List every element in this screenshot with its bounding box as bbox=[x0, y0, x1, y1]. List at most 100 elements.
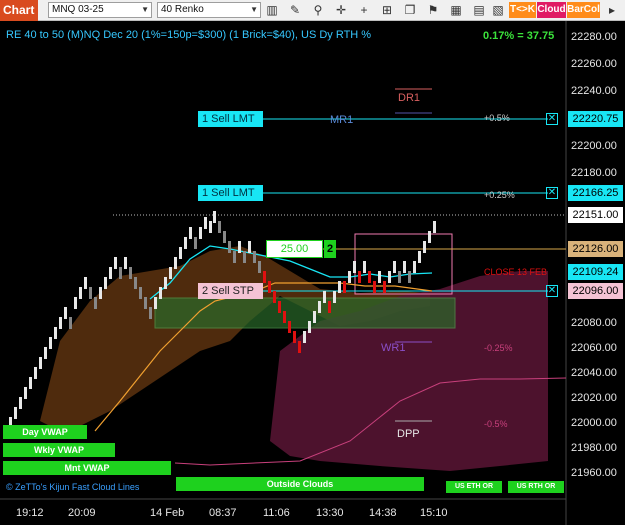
us-eth-or-box: US ETH OR bbox=[446, 481, 502, 493]
renko-brick bbox=[378, 271, 381, 283]
renko-brick bbox=[303, 331, 306, 343]
weekly-vwap-box: Wkly VWAP bbox=[3, 443, 115, 457]
price-tag-sell-lmt-1: 22220.75 bbox=[568, 111, 623, 127]
sell-stop-order[interactable]: 2 Sell STP bbox=[198, 283, 263, 299]
y-tick: 22180.00 bbox=[571, 167, 617, 179]
template-icon[interactable]: ⊞ bbox=[379, 2, 395, 18]
renko-brick bbox=[403, 261, 406, 273]
renko-brick bbox=[184, 237, 187, 249]
renko-brick bbox=[194, 237, 197, 249]
y-tick: 22240.00 bbox=[571, 85, 617, 97]
renko-brick bbox=[19, 397, 22, 409]
x-tick: 14:38 bbox=[369, 507, 397, 519]
renko-brick bbox=[278, 301, 281, 313]
renko-brick bbox=[114, 257, 117, 269]
renko-brick bbox=[398, 271, 401, 283]
renko-brick bbox=[154, 297, 157, 309]
trade-icon[interactable]: ⚑ bbox=[425, 2, 441, 18]
renko-brick bbox=[159, 287, 162, 299]
renko-brick bbox=[383, 281, 386, 293]
renko-brick bbox=[368, 271, 371, 283]
tk-button[interactable]: T<>K bbox=[509, 2, 536, 18]
renko-brick bbox=[74, 297, 77, 309]
price-tag-kijun: 22109.24 bbox=[568, 264, 623, 280]
renko-brick bbox=[59, 317, 62, 329]
renko-brick bbox=[164, 277, 167, 289]
chart-header: RE 40 to 50 (M)NQ Dec 20 (1%=150p=$300) … bbox=[6, 29, 372, 41]
renko-brick bbox=[328, 301, 331, 313]
renko-brick bbox=[119, 267, 122, 279]
renko-brick bbox=[338, 281, 341, 293]
cloud-button[interactable]: Cloud bbox=[537, 2, 566, 18]
renko-brick bbox=[169, 267, 172, 279]
order-qty-value[interactable]: 25.00 bbox=[266, 240, 323, 258]
x-tick: 13:30 bbox=[316, 507, 344, 519]
pencil-icon[interactable]: ✎ bbox=[287, 2, 303, 18]
renko-brick bbox=[243, 251, 246, 263]
renko-brick bbox=[64, 307, 67, 319]
renko-brick bbox=[144, 297, 147, 309]
strategy-icon[interactable]: ▧ bbox=[490, 2, 506, 18]
renko-brick bbox=[204, 217, 207, 229]
renko-brick bbox=[248, 241, 251, 253]
properties-icon[interactable]: ▦ bbox=[448, 2, 464, 18]
sell-limit-order-2[interactable]: 1 Sell LMT bbox=[198, 185, 263, 201]
zoom-icon[interactable]: ⚲ bbox=[310, 2, 326, 18]
renko-brick bbox=[129, 267, 132, 279]
price-tag-position: 22126.00 bbox=[568, 241, 623, 257]
bar-chart-icon[interactable]: ▥ bbox=[264, 2, 280, 18]
barcol-button[interactable]: BarCol bbox=[567, 2, 600, 18]
cancel-stop-order-icon[interactable]: ✕ bbox=[546, 285, 558, 297]
x-tick: 19:12 bbox=[16, 507, 44, 519]
x-tick: 15:10 bbox=[420, 507, 448, 519]
dpp-label: DPP bbox=[397, 428, 420, 440]
renko-brick bbox=[228, 241, 231, 253]
renko-brick bbox=[308, 321, 311, 333]
instrument-selector[interactable]: MNQ 03-25 ▼ bbox=[48, 2, 152, 18]
chevron-down-icon: ▼ bbox=[250, 5, 258, 14]
renko-brick bbox=[358, 271, 361, 283]
renko-brick bbox=[213, 211, 216, 223]
renko-brick bbox=[423, 241, 426, 253]
renko-brick bbox=[49, 337, 52, 349]
renko-brick bbox=[413, 261, 416, 273]
y-tick: 22280.00 bbox=[571, 31, 617, 43]
renko-brick bbox=[109, 267, 112, 279]
renko-brick bbox=[273, 291, 276, 303]
renko-brick bbox=[174, 257, 177, 269]
renko-brick bbox=[218, 221, 221, 233]
cancel-order-2-icon[interactable]: ✕ bbox=[546, 187, 558, 199]
green-zone bbox=[154, 297, 456, 329]
renko-brick bbox=[258, 261, 261, 273]
renko-brick bbox=[233, 251, 236, 263]
x-tick: 11:06 bbox=[263, 507, 290, 519]
renko-brick bbox=[209, 221, 212, 233]
order-qty-count[interactable]: 2 bbox=[324, 240, 336, 258]
pct-change: 0.17% = 37.75 bbox=[483, 30, 555, 42]
renko-brick bbox=[44, 347, 47, 359]
mr1-label: MR1 bbox=[330, 114, 354, 126]
indicator-legend: © ZeTTo's Kijun Fast Cloud Lines bbox=[6, 482, 140, 492]
copy-icon[interactable]: ❐ bbox=[402, 2, 418, 18]
renko-chart[interactable]: RE 40 to 50 (M)NQ Dec 20 (1%=150p=$300) … bbox=[0, 21, 625, 525]
renko-brick bbox=[343, 281, 346, 293]
minus-05-label: -0.5% bbox=[484, 419, 508, 429]
cancel-order-1-icon[interactable]: ✕ bbox=[546, 113, 558, 125]
y-tick: 22260.00 bbox=[571, 58, 617, 70]
add-icon[interactable]: + bbox=[356, 2, 372, 18]
us-rth-or-box: US RTH OR bbox=[508, 481, 564, 493]
sell-limit-order-1[interactable]: 1 Sell LMT bbox=[198, 111, 263, 127]
renko-brick bbox=[79, 287, 82, 299]
bar-type-selector[interactable]: 40 Renko ▼ bbox=[157, 2, 261, 18]
price-tag-stop: 22096.00 bbox=[568, 283, 623, 299]
crosshair-icon[interactable]: ✛ bbox=[333, 2, 349, 18]
more-icon[interactable]: ▸ bbox=[604, 2, 620, 18]
renko-brick bbox=[134, 277, 137, 289]
renko-brick bbox=[263, 271, 266, 283]
x-tick: 20:09 bbox=[68, 507, 96, 519]
indicator-icon[interactable]: ▤ bbox=[471, 2, 487, 18]
renko-brick bbox=[24, 387, 27, 399]
renko-brick bbox=[104, 277, 107, 289]
renko-brick bbox=[139, 287, 142, 299]
renko-brick bbox=[149, 307, 152, 319]
